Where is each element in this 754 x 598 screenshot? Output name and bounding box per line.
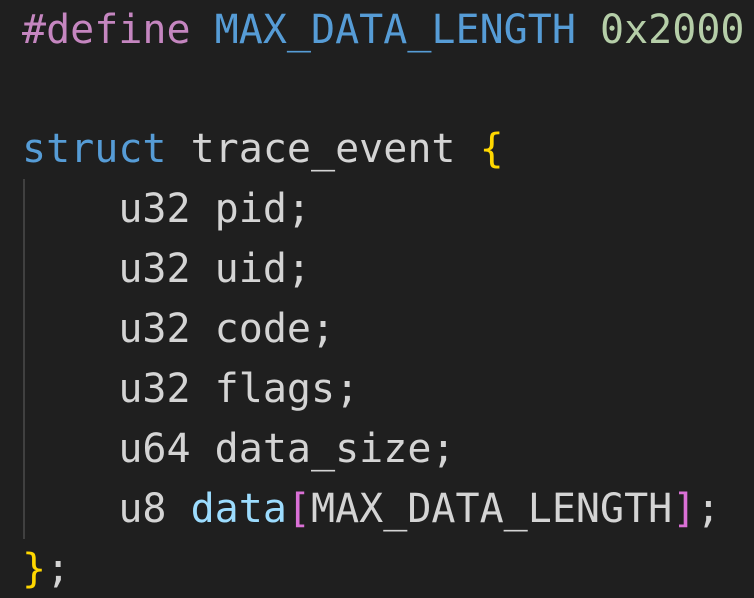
- code-line-struct-close[interactable]: };: [22, 539, 70, 598]
- field-name: code;: [214, 306, 336, 352]
- semicolon: ;: [46, 546, 71, 592]
- field-type: u32: [118, 306, 191, 352]
- field-type: u32: [118, 366, 191, 412]
- array-field-type: u8: [118, 486, 167, 532]
- open-bracket: [: [286, 486, 312, 532]
- field-type: u64: [118, 426, 191, 472]
- field-name: pid;: [214, 186, 311, 232]
- macro-name: MAX_DATA_LENGTH: [214, 7, 576, 53]
- code-line-struct[interactable]: struct trace_event {: [22, 119, 504, 179]
- code-line-field[interactable]: u32 pid;: [22, 179, 311, 239]
- field-type: u32: [118, 246, 191, 292]
- struct-name: trace_event: [190, 126, 456, 172]
- field-name: flags;: [214, 366, 360, 412]
- code-line-array-field[interactable]: u8 data[MAX_DATA_LENGTH];: [22, 479, 720, 539]
- preprocessor-directive: #define: [22, 7, 191, 53]
- array-size-macro: MAX_DATA_LENGTH: [311, 486, 673, 532]
- code-line-field[interactable]: u32 uid;: [22, 239, 311, 299]
- code-line-field[interactable]: u64 data_size;: [22, 419, 456, 479]
- code-editor[interactable]: #define MAX_DATA_LENGTH 0x2000 struct tr…: [0, 0, 754, 598]
- struct-close-brace: }: [22, 546, 47, 592]
- code-line-field[interactable]: u32 flags;: [22, 359, 359, 419]
- struct-open-brace: {: [479, 126, 504, 172]
- code-line-field[interactable]: u32 code;: [22, 299, 335, 359]
- semicolon: ;: [696, 486, 721, 532]
- close-bracket: ]: [672, 486, 697, 532]
- field-type: u32: [118, 186, 191, 232]
- struct-keyword: struct: [22, 126, 167, 172]
- array-field-name: data: [190, 486, 287, 532]
- field-name: data_size;: [214, 426, 456, 472]
- field-name: uid;: [214, 246, 311, 292]
- macro-value: 0x2000: [600, 7, 745, 53]
- code-line-define[interactable]: #define MAX_DATA_LENGTH 0x2000: [22, 0, 745, 60]
